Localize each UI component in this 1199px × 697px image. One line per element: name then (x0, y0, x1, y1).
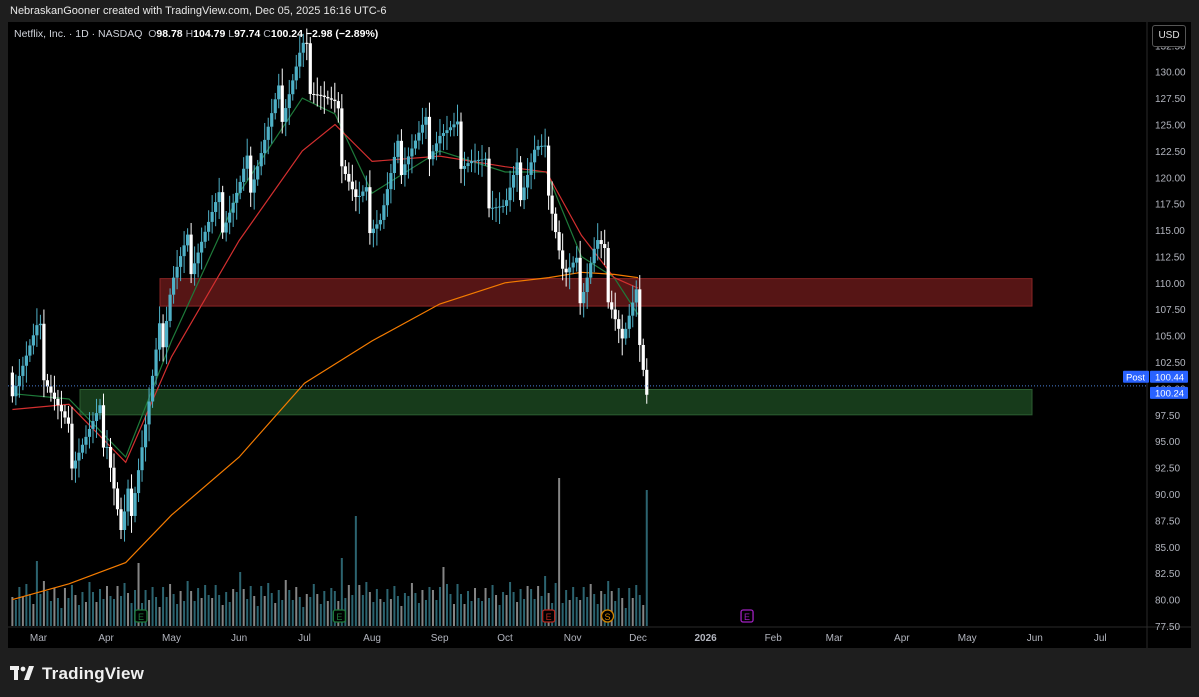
tradingview-logo[interactable]: TradingView (10, 661, 144, 687)
legend-open: 98.78 (156, 28, 183, 40)
legend-change: −2.98 (−2.89%) (305, 28, 379, 40)
legend-low: 97.74 (234, 28, 261, 40)
legend-symbol: Netflix, Inc. · 1D · NASDAQ (14, 28, 143, 40)
chart-area[interactable] (8, 22, 1191, 648)
legend-high: 104.79 (193, 28, 226, 40)
symbol-legend: Netflix, Inc. · 1D · NASDAQ O98.78 H104.… (14, 28, 378, 40)
brand-name: TradingView (42, 664, 145, 683)
currency-button[interactable]: USD (1152, 25, 1186, 47)
tradingview-logo-icon (10, 666, 34, 680)
chart-frame: NebraskanGooner created with TradingView… (0, 0, 1199, 697)
legend-close: 100.24 (270, 28, 303, 40)
attribution-text: NebraskanGooner created with TradingView… (10, 5, 387, 17)
legend-close-label: C (263, 28, 271, 40)
